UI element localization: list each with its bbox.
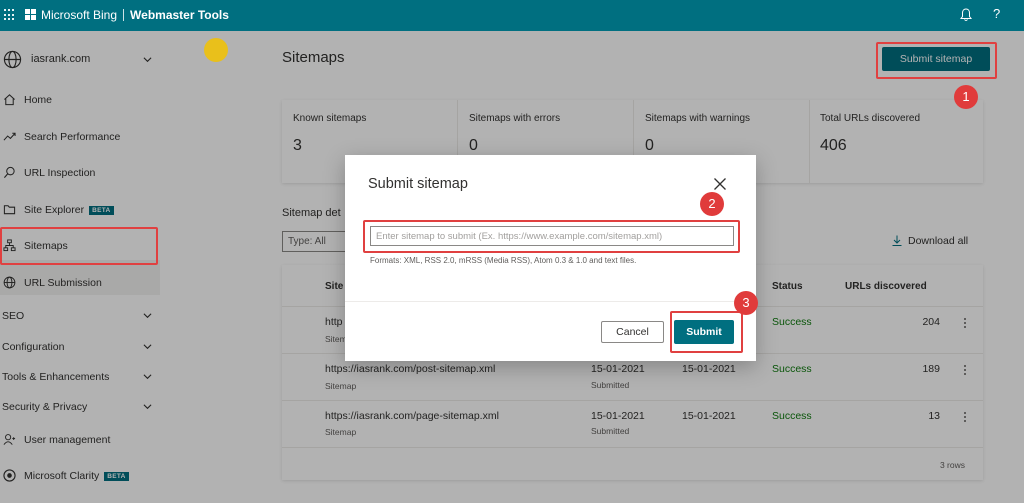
microsoft-logo-icon [25, 9, 36, 20]
step-marker-2: 2 [700, 192, 724, 216]
highlight-sitemaps-nav [0, 227, 158, 265]
formats-hint: Formats: XML, RSS 2.0, mRSS (Media RSS),… [370, 256, 637, 265]
app-launcher-icon[interactable] [4, 9, 16, 21]
brand-name: Microsoft Bing [41, 8, 118, 22]
top-bar: Microsoft Bing Webmaster Tools ? [0, 0, 1024, 31]
tool-name: Webmaster Tools [130, 8, 229, 22]
brand-separator [123, 9, 125, 21]
notifications-bell-icon[interactable] [960, 8, 972, 22]
divider [345, 301, 756, 302]
highlight-sitemap-input [363, 220, 740, 253]
step-marker-3: 3 [734, 291, 758, 315]
highlight-submit-button [670, 311, 743, 353]
dialog-title: Submit sitemap [368, 176, 468, 192]
help-icon[interactable]: ? [993, 6, 1000, 21]
highlight-submit-sitemap [876, 42, 997, 79]
cancel-button[interactable]: Cancel [601, 321, 664, 343]
lightbulb-icon [204, 38, 228, 62]
close-icon[interactable] [713, 177, 727, 191]
step-marker-1: 1 [954, 85, 978, 109]
app-brand[interactable]: Microsoft Bing Webmaster Tools [41, 8, 229, 22]
